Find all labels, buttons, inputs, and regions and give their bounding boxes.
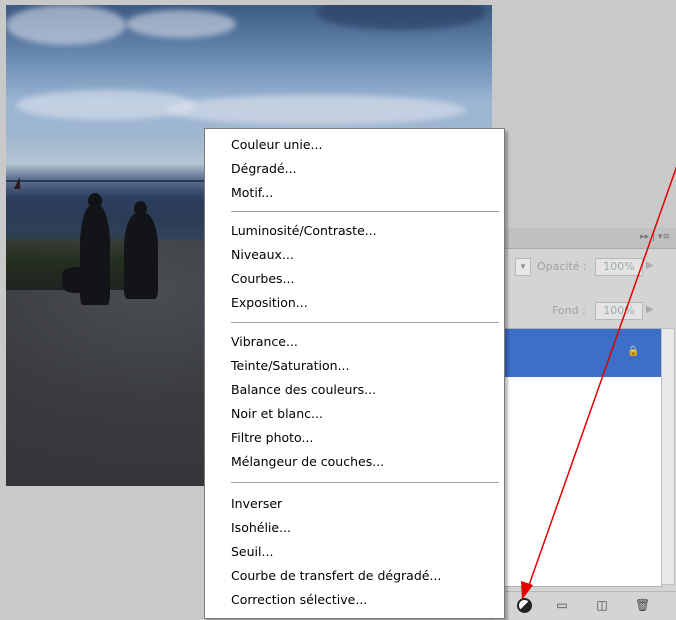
menu-item-solid-color[interactable]: Couleur unie... [231,137,322,152]
menu-item-gradient-map[interactable]: Courbe de transfert de dégradé... [231,568,441,583]
fill-label: Fond : [552,304,586,317]
menu-item-posterize[interactable]: Isohélie... [231,520,291,535]
layers-panel: ▸▸ | ▾≡ ▾ Opacité : 100% ▶ Fond : 100% ▶… [495,228,676,620]
fill-arrow-icon[interactable]: ▶ [646,304,654,315]
panel-header: ▸▸ | ▾≡ [495,228,676,249]
opacity-row: ▾ Opacité : 100% ▶ [507,258,676,280]
menu-separator [231,322,499,323]
adjustment-layer-icon[interactable] [517,598,532,613]
layer-row-selected[interactable]: 🔒 [501,329,661,377]
opacity-arrow-icon[interactable]: ▶ [646,260,654,271]
fill-row: Fond : 100% ▶ [507,302,676,324]
person-silhouette [124,213,158,299]
menu-item-color-balance[interactable]: Balance des couleurs... [231,382,376,397]
panel-footer: ▭ ◫ 🗑 [495,591,676,620]
menu-item-invert[interactable]: Inverser [231,496,282,511]
menu-separator [231,211,499,212]
menu-item-pattern[interactable]: Motif... [231,185,273,200]
menu-separator [231,482,499,483]
panel-menu-icon[interactable]: ▸▸ | ▾≡ [640,232,670,242]
trash-icon[interactable]: 🗑 [635,598,650,612]
boat-silhouette [14,177,21,189]
new-layer-icon[interactable]: ◫ [595,598,609,612]
dog-silhouette [62,267,106,293]
menu-item-channel-mixer[interactable]: Mélangeur de couches... [231,454,384,469]
menu-item-gradient[interactable]: Dégradé... [231,161,297,176]
blend-mode-dropdown-icon[interactable]: ▾ [515,258,531,276]
opacity-label: Opacité : [537,260,587,273]
lock-icon: 🔒 [627,346,640,357]
menu-item-selective-color[interactable]: Correction sélective... [231,592,367,607]
opacity-input[interactable]: 100% [595,258,643,276]
layers-scrollbar[interactable] [661,328,675,585]
menu-item-levels[interactable]: Niveaux... [231,247,294,262]
menu-item-threshold[interactable]: Seuil... [231,544,273,559]
menu-item-black-white[interactable]: Noir et blanc... [231,406,323,421]
cloud [16,90,196,120]
cloud [6,5,126,45]
group-folder-icon[interactable]: ▭ [555,598,569,612]
menu-item-exposure[interactable]: Exposition... [231,295,308,310]
menu-item-curves[interactable]: Courbes... [231,271,295,286]
menu-item-vibrance[interactable]: Vibrance... [231,334,298,349]
adjustment-layer-menu: Couleur unie... Dégradé... Motif... Lumi… [204,128,505,619]
menu-item-hue-saturation[interactable]: Teinte/Saturation... [231,358,349,373]
menu-item-brightness-contrast[interactable]: Luminosité/Contraste... [231,223,377,238]
fill-input[interactable]: 100% [595,302,643,320]
layers-list[interactable]: 🔒 [500,328,662,587]
cloud [126,10,236,38]
menu-item-photo-filter[interactable]: Filtre photo... [231,430,313,445]
cloud [166,95,466,125]
cloud [316,5,486,30]
